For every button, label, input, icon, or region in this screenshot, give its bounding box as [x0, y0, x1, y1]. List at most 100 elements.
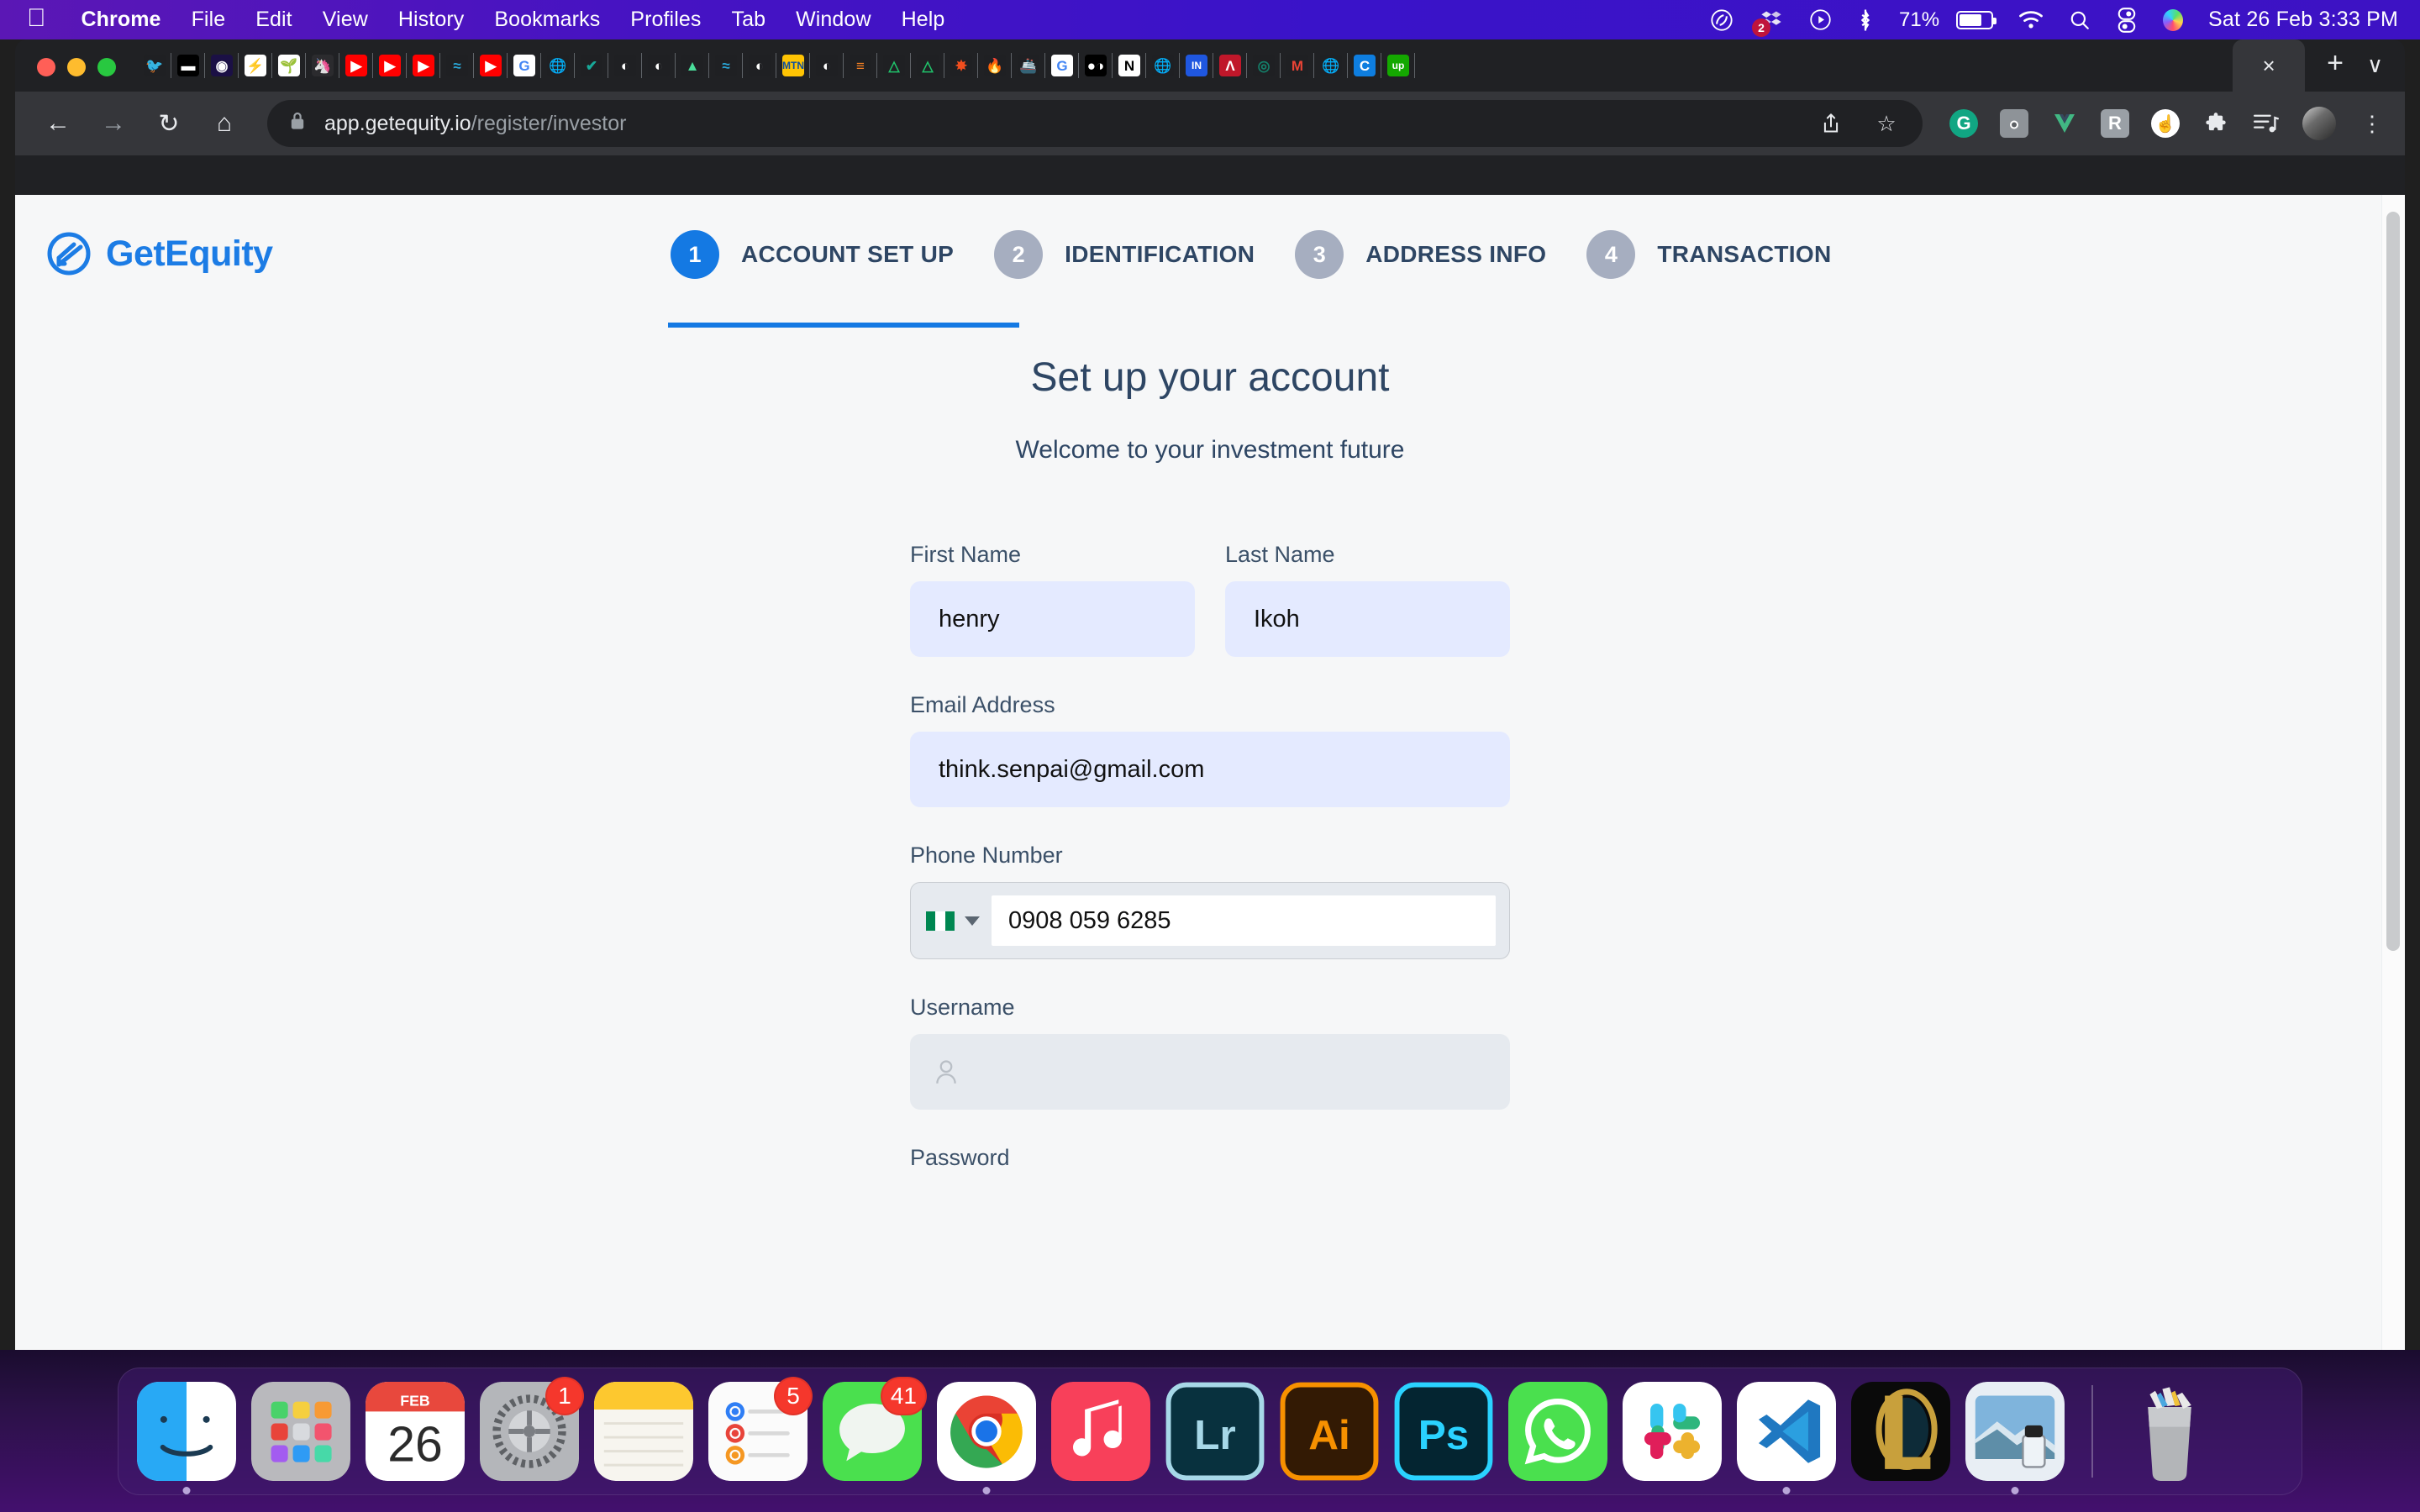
last-name-input[interactable] — [1225, 581, 1510, 657]
menu-item-window[interactable]: Window — [781, 8, 886, 32]
browser-tab-supabase-2[interactable]: ≈ — [709, 39, 743, 92]
dock-item-google-chrome[interactable] — [937, 1382, 1036, 1494]
browser-tab-bolt[interactable]: ⚡ — [239, 39, 272, 92]
address-bar[interactable]: app.getequity.io/register/investor ☆ — [267, 100, 1923, 147]
browser-tab-netlify-2[interactable]: △ — [911, 39, 944, 92]
browser-tab-github-1[interactable]: ◐ — [608, 39, 642, 92]
browser-tab-upwork[interactable]: up — [1381, 39, 1415, 92]
browser-tab-youtube-3[interactable]: ▶ — [407, 39, 440, 92]
bookmark-star-icon[interactable]: ☆ — [1872, 109, 1901, 138]
step-3[interactable]: 3 ADDRESS INFO — [1295, 230, 1586, 279]
browser-tab-youtube-4[interactable]: ▶ — [474, 39, 508, 92]
dock-item-launchpad[interactable] — [251, 1382, 350, 1481]
browser-tab-insider[interactable]: IN — [1180, 39, 1213, 92]
r-extension-icon[interactable]: R — [2101, 109, 2129, 138]
menu-item-profiles[interactable]: Profiles — [615, 8, 716, 32]
browser-tab-github-4[interactable]: ◐ — [810, 39, 844, 92]
new-tab-button[interactable]: + — [2305, 47, 2367, 92]
browser-tab-google-2[interactable]: G — [1045, 39, 1079, 92]
browser-tab-twitter[interactable]: 🐦 — [138, 39, 171, 92]
bluetooth-icon[interactable] — [1857, 8, 1874, 33]
menu-item-view[interactable]: View — [308, 8, 383, 32]
maximize-window-button[interactable] — [97, 58, 116, 76]
menu-item-tab[interactable]: Tab — [716, 8, 781, 32]
dock-item-illustrator[interactable]: Ai — [1280, 1382, 1379, 1481]
dock-item-music[interactable] — [1051, 1382, 1150, 1481]
browser-tab-github-3[interactable]: ◐ — [743, 39, 776, 92]
step-4[interactable]: 4 TRANSACTION — [1586, 230, 1871, 279]
page-scrollbar[interactable] — [2381, 195, 2405, 1350]
browser-tab-globe-1[interactable]: 🌐 — [541, 39, 575, 92]
menu-item-history[interactable]: History — [383, 8, 479, 32]
close-window-button[interactable] — [37, 58, 55, 76]
window-traffic-lights[interactable] — [30, 58, 138, 92]
browser-tab-bank[interactable]: ◎ — [1247, 39, 1281, 92]
dropbox-icon[interactable]: 2 — [1752, 8, 1784, 37]
browser-tab-youtube-2[interactable]: ▶ — [373, 39, 407, 92]
browser-tab-youtube-1[interactable]: ▶ — [339, 39, 373, 92]
dock-item-trash[interactable] — [2120, 1382, 2219, 1481]
reload-button[interactable]: ↻ — [145, 99, 193, 148]
browser-tab-vercel-green[interactable]: ▲ — [676, 39, 709, 92]
extensions-puzzle-icon[interactable] — [2202, 109, 2230, 138]
dock-item-reminders[interactable]: 5 — [708, 1377, 813, 1481]
share-icon[interactable] — [1817, 109, 1845, 138]
dock-item-messages[interactable]: 41 — [823, 1377, 927, 1481]
browser-tab-unicorn[interactable]: 🦄 — [306, 39, 339, 92]
dock-item-notes[interactable] — [594, 1382, 693, 1481]
browser-tab-c-blue[interactable]: C — [1348, 39, 1381, 92]
phone-number-input[interactable] — [992, 895, 1496, 946]
search-icon[interactable] — [2069, 9, 2091, 31]
browser-tab-ship[interactable]: 🚢 — [1012, 39, 1045, 92]
browser-tab-gmail[interactable]: M — [1281, 39, 1314, 92]
back-button[interactable]: ← — [34, 99, 82, 148]
browser-tab-google-1[interactable]: G — [508, 39, 541, 92]
first-name-input[interactable] — [910, 581, 1195, 657]
dock-item-preview[interactable] — [1965, 1382, 2065, 1494]
play-circle-icon[interactable] — [1809, 8, 1832, 31]
close-tab-icon[interactable]: × — [2263, 53, 2275, 79]
dock-item-league-of-legends[interactable] — [1851, 1382, 1950, 1481]
control-center-icon[interactable] — [2116, 7, 2138, 33]
email-input[interactable] — [910, 732, 1510, 807]
browser-tab-mtn[interactable]: MTN — [776, 39, 810, 92]
browser-tab-tick-green[interactable]: ✔ — [575, 39, 608, 92]
menu-item-edit[interactable]: Edit — [240, 8, 307, 32]
dock-item-slack[interactable] — [1623, 1382, 1722, 1481]
reading-list-icon[interactable] — [2252, 109, 2281, 138]
browser-tab-firebase[interactable]: 🔥 — [978, 39, 1012, 92]
country-code-selector[interactable] — [926, 911, 992, 931]
menu-item-file[interactable]: File — [176, 8, 241, 32]
wifi-icon[interactable] — [2018, 10, 2044, 30]
menu-item-chrome[interactable]: Chrome — [66, 8, 176, 32]
dock-item-photoshop[interactable]: Ps — [1394, 1382, 1493, 1481]
step-2[interactable]: 2 IDENTIFICATION — [994, 230, 1295, 279]
dock-item-lightroom[interactable]: Lr — [1165, 1382, 1265, 1481]
browser-tab-globe-3[interactable]: 🌐 — [1314, 39, 1348, 92]
scrollbar-thumb[interactable] — [2386, 212, 2400, 951]
home-button[interactable]: ⌂ — [200, 99, 249, 148]
cursor-extension-icon[interactable]: ☝ — [2151, 109, 2180, 138]
dock-item-calendar[interactable]: FEB 26 — [366, 1382, 465, 1481]
menu-bar-clock[interactable]: Sat 26 Feb 3:33 PM — [2208, 8, 2398, 32]
browser-tab-plant[interactable]: 🌱 — [272, 39, 306, 92]
vue-devtools-icon[interactable] — [2050, 109, 2079, 138]
dock-item-visual-studio-code[interactable] — [1737, 1382, 1836, 1494]
active-tab[interactable]: × — [2233, 39, 2306, 92]
tab-search-chevron-down-icon[interactable]: ∨ — [2367, 52, 2405, 92]
creative-cloud-icon[interactable] — [1710, 8, 1733, 32]
menu-item-help[interactable]: Help — [886, 8, 960, 32]
dock-item-system-preferences[interactable]: 1 — [480, 1377, 584, 1481]
siri-icon[interactable] — [2163, 8, 2184, 31]
browser-tab-figma[interactable]: ✸ — [944, 39, 978, 92]
battery-status[interactable]: 71% — [1899, 8, 1997, 32]
username-input[interactable] — [910, 1034, 1510, 1110]
browser-tab-obsidian[interactable]: ◉ — [205, 39, 239, 92]
browser-tab-supabase[interactable]: ≈ — [440, 39, 474, 92]
chrome-menu-kebab-icon[interactable]: ⋮ — [2358, 109, 2386, 138]
dock-item-finder[interactable] — [137, 1382, 236, 1494]
browser-tab-medium[interactable]: ●◑ — [1079, 39, 1113, 92]
dock-item-whatsapp[interactable] — [1508, 1382, 1607, 1481]
grammarly-icon[interactable]: G — [1949, 109, 1978, 138]
step-1[interactable]: 1 ACCOUNT SET UP — [671, 230, 994, 279]
